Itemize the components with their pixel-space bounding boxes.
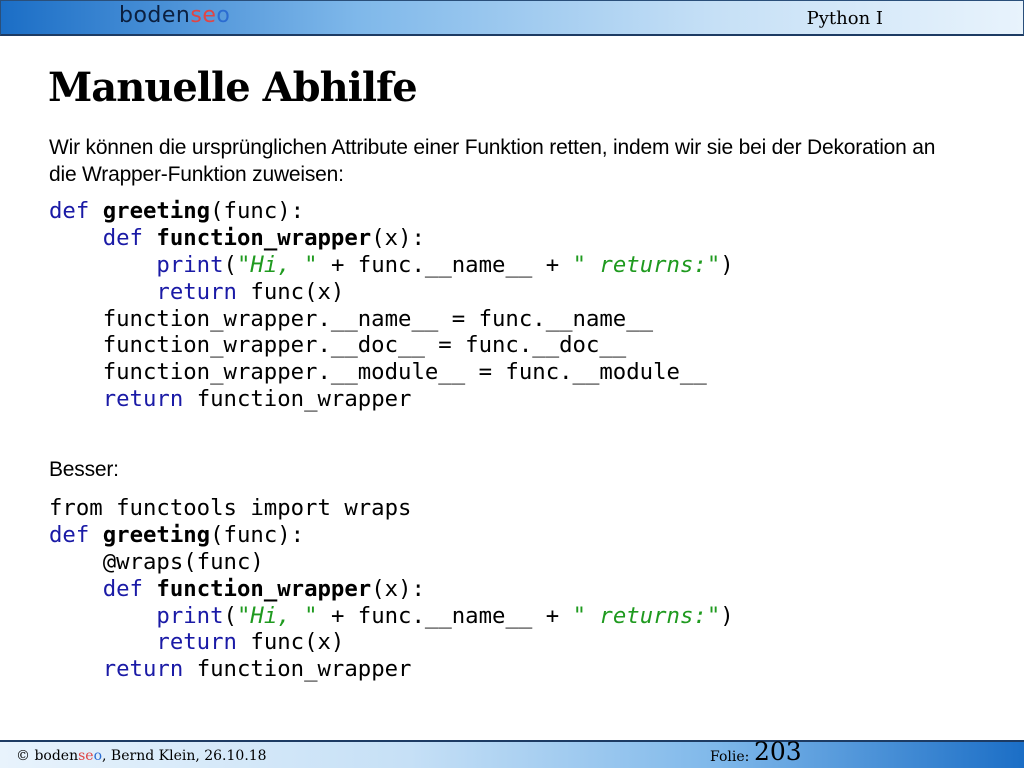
code-line: function_wrapper.__name__ = func.__name_… — [102, 305, 654, 332]
slide-footer: © bodenseo, Bernd Klein, 26.10.18 Folie:… — [0, 737, 1024, 768]
code-line: def function_wrapper(x): — [102, 224, 425, 251]
code-line: return function_wrapper — [102, 386, 412, 413]
code-block-wraps: from functools import wraps def greeting… — [49, 495, 734, 683]
folie-label: Folie: — [710, 749, 750, 765]
code-line: return func(x) — [156, 278, 345, 305]
code-line: return function_wrapper — [102, 656, 412, 683]
code-line: def function_wrapper(x): — [102, 575, 425, 602]
code-line: print("Hi, " + func.__name__ + " returns… — [156, 602, 734, 629]
intro-text: Wir können die ursprünglichen Attribute … — [49, 136, 936, 186]
better-label: Besser: — [49, 458, 119, 481]
code-line: def greeting(func): — [49, 198, 305, 224]
code-line: function_wrapper.__module__ = func.__mod… — [102, 359, 707, 386]
code-line: return func(x) — [156, 629, 345, 656]
code-line: from functools import wraps — [49, 495, 412, 521]
slide-number: 203 — [754, 737, 802, 766]
code-block-manual: def greeting(func): def function_wrapper… — [49, 198, 734, 413]
logo-text-main: boden — [119, 3, 191, 28]
course-title: Python I — [806, 8, 883, 29]
code-line: print("Hi, " + func.__name__ + " returns… — [156, 251, 734, 278]
slide-title: Manuelle Abhilfe — [48, 64, 418, 111]
logo-text-se: se — [190, 3, 217, 28]
code-line: @wraps(func) — [102, 548, 264, 575]
code-line: def greeting(func): — [49, 521, 305, 548]
bodenseo-logo: bodenseo — [119, 3, 230, 28]
code-line: function_wrapper.__doc__ = func.__doc__ — [102, 332, 627, 359]
logo-text-o: o — [216, 3, 231, 28]
footer-copyright: © bodenseo, Bernd Klein, 26.10.18 — [16, 748, 267, 764]
slide-header: bodenseo Python I — [0, 0, 1024, 36]
